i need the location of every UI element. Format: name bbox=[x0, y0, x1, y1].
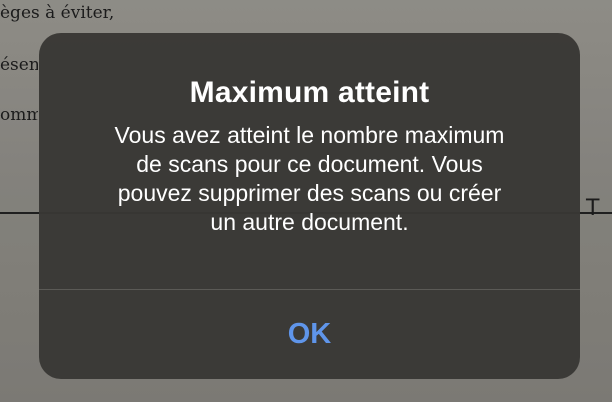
alert-message-line: un autre document. bbox=[210, 209, 409, 235]
alert-message-line: Vous avez atteint le nombre maximum bbox=[114, 122, 505, 148]
ok-button[interactable]: OK bbox=[39, 290, 580, 379]
alert-title: Maximum atteint bbox=[189, 76, 430, 109]
alert-message-line: pouvez supprimer des scans ou créer bbox=[117, 180, 502, 206]
alert-message-line: de scans pour ce document. Vous bbox=[136, 151, 483, 177]
alert-dialog: Maximum atteint Vous avez atteint le nom… bbox=[39, 33, 580, 379]
alert-message: Vous avez atteint le nombre maximum de s… bbox=[69, 121, 550, 237]
